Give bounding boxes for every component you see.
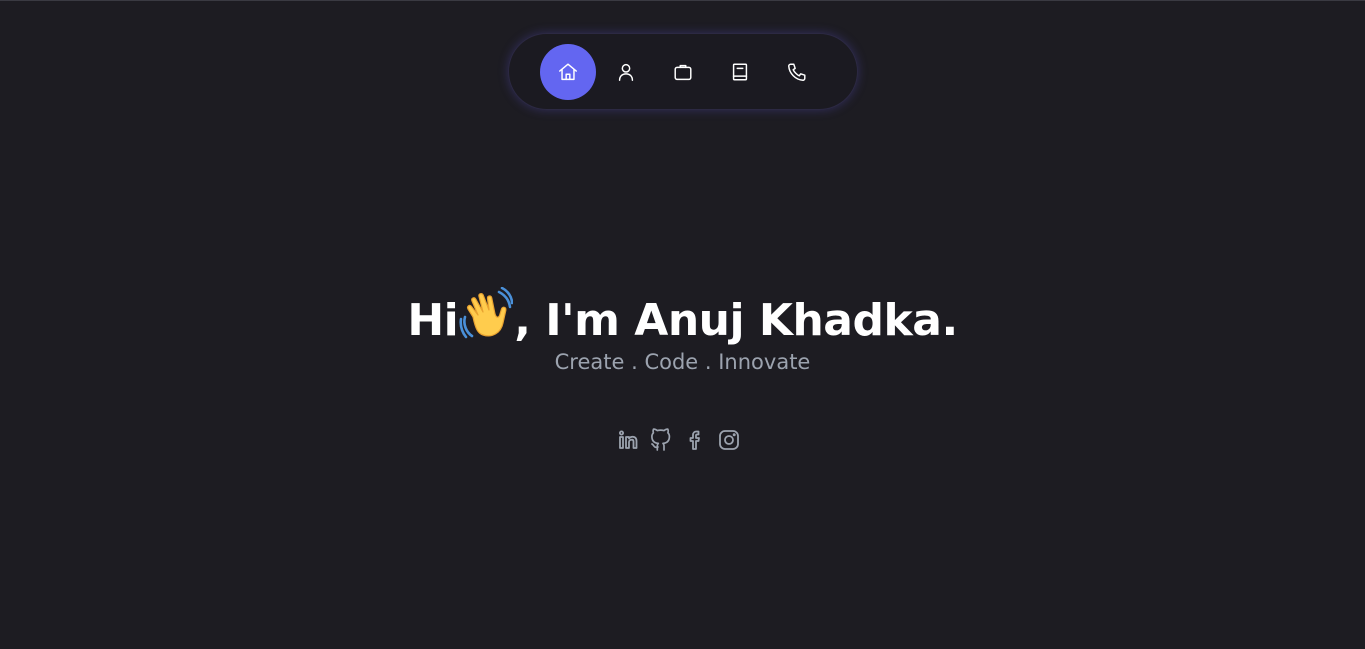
nav-contact-button[interactable] (769, 44, 825, 100)
hero-heading: Hi , I'm Anuj Khadka. (0, 287, 1365, 352)
facebook-icon (689, 430, 700, 450)
linkedin-icon (619, 430, 638, 449)
home-icon (559, 63, 577, 81)
facebook-link[interactable] (681, 426, 709, 454)
waving-hand-icon (459, 287, 514, 339)
top-border (0, 0, 1365, 1)
book-icon (732, 63, 748, 81)
user-icon (618, 63, 634, 81)
nav-home-button[interactable] (540, 44, 596, 100)
nav-blog-button[interactable] (712, 44, 768, 100)
social-links (614, 426, 750, 454)
nav-work-button[interactable] (655, 44, 711, 100)
instagram-link[interactable] (715, 426, 743, 454)
floating-navbar (508, 33, 858, 110)
hero-name: , I'm Anuj Khadka. (514, 295, 958, 346)
github-icon (651, 428, 671, 451)
linkedin-link[interactable] (614, 426, 642, 454)
hero-tagline: Create . Code . Innovate (554, 350, 811, 374)
hero-greeting: Hi (407, 295, 459, 346)
instagram-icon (719, 430, 739, 450)
nav-about-button[interactable] (598, 44, 654, 100)
github-link[interactable] (647, 426, 675, 454)
briefcase-icon (674, 64, 692, 81)
phone-icon (788, 63, 806, 81)
